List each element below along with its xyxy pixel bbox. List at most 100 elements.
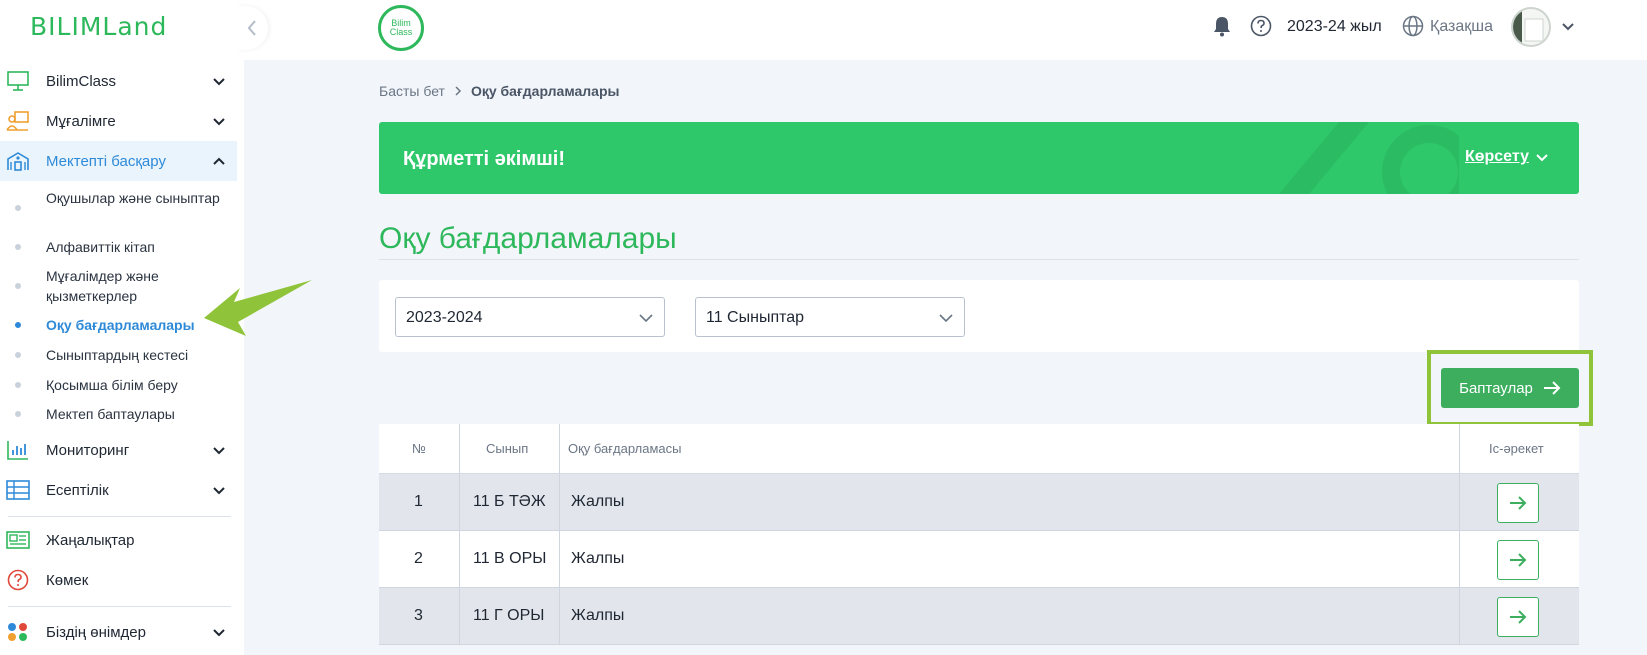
arrow-right-icon	[1510, 496, 1527, 510]
subitem-label: Мектеп баптаулары	[46, 406, 175, 422]
monitor-icon	[7, 71, 29, 91]
chevron-down-icon	[213, 447, 225, 455]
chevron-down-icon	[939, 314, 953, 323]
globe-icon[interactable]	[1402, 15, 1424, 37]
welcome-banner: Құрметті әкімші! Көрсету	[379, 122, 1579, 194]
page-title: Оқу бағдарламалары	[379, 222, 677, 255]
arrow-right-icon	[1510, 553, 1527, 567]
title-divider	[379, 259, 1579, 260]
subitem-label: Оқушылар және сыныптар	[46, 190, 220, 206]
sidebar-item-bilimclass[interactable]: BilimClass	[0, 61, 237, 101]
table-icon	[6, 480, 30, 500]
column-divider	[559, 424, 560, 645]
cell-number: 3	[414, 607, 423, 624]
sidebar-item-teacher[interactable]: Мұғалімге	[0, 101, 237, 141]
breadcrumb-current: Оқу бағдарламалары	[470, 83, 620, 99]
bullet-dot	[15, 283, 21, 289]
sidebar-item-label: BilimClass	[46, 72, 117, 90]
banner-decoration	[1279, 122, 1459, 194]
bullet-dot	[15, 382, 21, 388]
subitem-label: Оқу бағдарламалары	[46, 317, 195, 333]
column-header-program: Оқу бағдарламасы	[568, 441, 682, 456]
column-header-class: Сынып	[486, 441, 529, 456]
grade-select-value: 11 Сыныптар	[706, 309, 805, 326]
news-icon	[6, 531, 30, 549]
bilimland-logo[interactable]: BILIMLand	[30, 12, 167, 41]
sidebar-item-label: Мектепті басқару	[46, 152, 166, 170]
bullet-dot	[15, 411, 21, 417]
open-row-button[interactable]	[1497, 483, 1539, 523]
year-select-value: 2023-2024	[406, 309, 483, 326]
chevron-down-icon	[1536, 154, 1548, 162]
sidebar-item-help[interactable]: Көмек	[0, 560, 237, 600]
chevron-down-icon	[639, 314, 653, 323]
subitem-label: Қосымша білім беру	[46, 377, 178, 393]
annotation-arrow-icon	[204, 280, 312, 336]
products-icon	[8, 623, 27, 641]
subitem-label: Сыныптардың кестесі	[46, 347, 189, 363]
sidebar-item-news[interactable]: Жаңалықтар	[0, 520, 237, 560]
grade-select[interactable]: 11 Сыныптар	[695, 297, 965, 337]
chevron-down-icon[interactable]	[1560, 18, 1576, 34]
bell-icon[interactable]	[1212, 15, 1232, 37]
teacher-icon	[6, 111, 29, 131]
settings-button[interactable]: Баптаулар	[1441, 368, 1579, 408]
column-divider	[1459, 424, 1460, 645]
cell-class: 11 Г ОРЫ	[473, 607, 545, 624]
cell-program: Жалпы	[571, 493, 625, 510]
year-select[interactable]: 2023-2024	[395, 297, 665, 337]
column-header-number: №	[412, 441, 426, 456]
arrow-right-icon	[1510, 610, 1527, 624]
sidebar-item-products[interactable]: Біздің өнімдер	[0, 612, 237, 652]
cell-program: Жалпы	[571, 550, 625, 567]
open-row-button[interactable]	[1497, 597, 1539, 637]
logo-text-line2: Class	[389, 27, 413, 37]
chevron-left-icon	[247, 20, 256, 36]
avatar[interactable]	[1511, 7, 1551, 47]
bullet-dot	[15, 322, 21, 328]
filter-panel: 2023-2024 11 Сыныптар	[379, 280, 1579, 352]
banner-show-button[interactable]: Көрсету	[1465, 148, 1549, 166]
sidebar-divider	[8, 606, 231, 607]
chevron-down-icon	[213, 629, 225, 637]
sidebar-item-label: Мониторинг	[46, 441, 130, 459]
column-divider	[459, 424, 460, 645]
cell-number: 1	[414, 493, 423, 510]
chevron-down-icon	[213, 118, 225, 126]
banner-show-label: Көрсету	[1464, 148, 1529, 165]
cell-program: Жалпы	[571, 607, 625, 624]
banner-title: Құрметті әкімші!	[403, 148, 566, 170]
subitem-label: Алфавиттік кітап	[46, 239, 155, 255]
chevron-right-icon	[455, 86, 461, 96]
help-circle-icon	[7, 569, 29, 591]
chart-icon	[7, 441, 28, 460]
chevron-down-icon	[213, 487, 225, 495]
cell-class: 11 В ОРЫ	[473, 550, 547, 567]
bullet-dot	[15, 205, 21, 211]
sidebar-item-reports[interactable]: Есептілік	[0, 470, 237, 510]
sidebar-item-label: Есептілік	[46, 481, 109, 499]
subitem-label: Мұғалімдер және қызметкерлер	[46, 268, 159, 304]
cell-number: 2	[414, 550, 423, 567]
sidebar-item-school-management[interactable]: Мектепті басқару	[0, 141, 237, 181]
chevron-up-icon	[213, 157, 225, 165]
language-selector[interactable]: Қазақша	[1430, 18, 1493, 36]
sidebar-item-label: Мұғалімге	[46, 112, 116, 130]
bullet-dot	[15, 244, 21, 250]
bilimclass-logo[interactable]: Bilim Class	[378, 5, 424, 51]
settings-button-label: Баптаулар	[1459, 379, 1533, 397]
school-icon	[7, 152, 29, 171]
bullet-dot	[15, 352, 21, 358]
breadcrumb: Басты бет Оқу бағдарламалары	[379, 83, 619, 99]
chevron-down-icon	[213, 78, 225, 86]
sidebar-item-label: Біздің өнімдер	[46, 623, 146, 641]
column-header-action: Іс-әрекет	[1489, 441, 1544, 456]
help-icon[interactable]	[1250, 15, 1272, 37]
arrow-right-icon	[1543, 381, 1561, 395]
sidebar-item-label: Жаңалықтар	[46, 531, 135, 549]
sidebar-divider	[8, 516, 231, 517]
sidebar-item-monitoring[interactable]: Мониторинг	[0, 430, 237, 470]
open-row-button[interactable]	[1497, 540, 1539, 580]
breadcrumb-home[interactable]: Басты бет	[379, 83, 445, 99]
academic-year[interactable]: 2023-24 жыл	[1287, 18, 1382, 36]
